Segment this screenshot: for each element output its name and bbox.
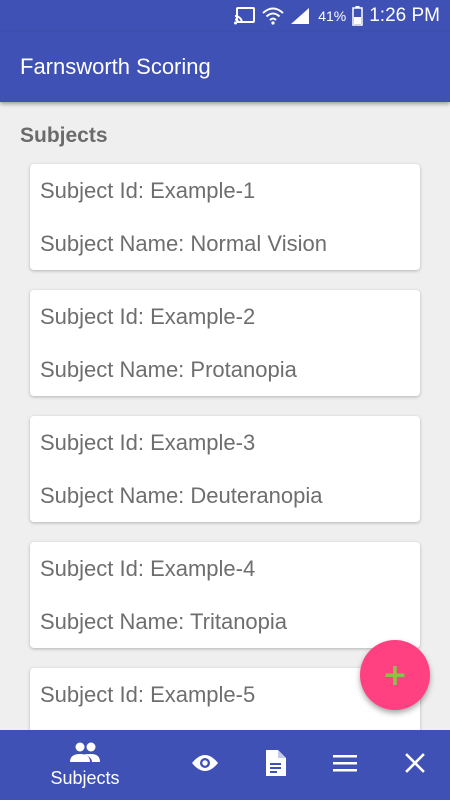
add-subject-button[interactable]: +: [360, 640, 430, 710]
subject-id: Subject Id: Example-2: [40, 304, 256, 329]
status-bar: 41% 1:26 PM: [0, 0, 450, 32]
signal-icon: [290, 7, 310, 25]
nav-subjects[interactable]: Subjects: [40, 730, 130, 800]
add-icon: +: [382, 657, 408, 693]
nav-subjects-label: Subjects: [50, 767, 120, 788]
subject-card[interactable]: Subject Id: Example-1 Subject Name: Norm…: [30, 164, 420, 270]
document-icon: [264, 750, 286, 780]
eye-icon: [191, 753, 219, 777]
subject-id: Subject Id: Example-3: [40, 430, 256, 455]
bottom-nav: Subjects: [0, 730, 450, 800]
subject-id: Subject Id: Example-5: [40, 682, 256, 707]
subject-name: Subject Name: Normal Vision: [40, 231, 327, 256]
cast-icon: [234, 7, 256, 25]
subject-id: Subject Id: Example-1: [40, 178, 256, 203]
subject-name: Subject Name: Tritanopia: [40, 609, 288, 634]
subject-id: Subject Id: Example-4: [40, 556, 256, 581]
subject-card[interactable]: Subject Id: Example-3 Subject Name: Deut…: [30, 416, 420, 522]
wifi-icon: [262, 7, 284, 25]
nav-report[interactable]: [255, 730, 295, 800]
nav-menu[interactable]: [325, 730, 365, 800]
clock: 1:26 PM: [369, 5, 440, 26]
people-icon: [70, 742, 100, 766]
close-icon: [405, 753, 425, 777]
battery-percent: 41%: [318, 8, 347, 24]
app-title: Farnsworth Scoring: [20, 54, 211, 79]
subject-name: Subject Name: Protanopia: [40, 357, 297, 382]
battery-icon: [352, 6, 363, 26]
nav-close[interactable]: [395, 730, 435, 800]
subject-card[interactable]: Subject Id: Example-4 Subject Name: Trit…: [30, 542, 420, 648]
subject-card[interactable]: Subject Id: Example-2 Subject Name: Prot…: [30, 290, 420, 396]
section-title: Subjects: [20, 124, 108, 147]
nav-view[interactable]: [185, 730, 225, 800]
app-bar: Farnsworth Scoring: [0, 32, 450, 102]
menu-icon: [333, 754, 357, 776]
subject-name: Subject Name: Deuteranopia: [40, 483, 323, 508]
